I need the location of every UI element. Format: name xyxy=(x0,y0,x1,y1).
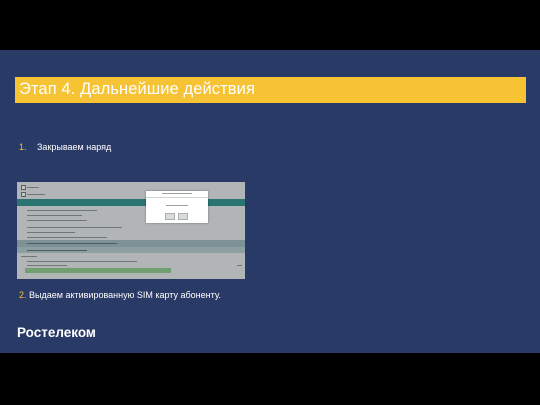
title-bar: Этап 4. Дальнейшие действия xyxy=(15,77,526,103)
modal-overlay xyxy=(17,182,245,279)
ok-button[interactable] xyxy=(165,213,175,220)
slide-title: Этап 4. Дальнейшие действия xyxy=(19,80,256,98)
text-line xyxy=(166,205,188,206)
brand-logo-text: Ростелеком xyxy=(17,325,96,340)
slide: Этап 4. Дальнейшие действия 1. Закрываем … xyxy=(0,50,540,353)
screenshot-thumbnail xyxy=(17,182,245,279)
step-number: 2. xyxy=(19,290,27,300)
confirm-dialog xyxy=(146,191,208,223)
step-text: Выдаем активированную SIM карту абоненту… xyxy=(29,290,221,300)
step-text: Закрываем наряд xyxy=(37,142,112,152)
cancel-button[interactable] xyxy=(178,213,188,220)
step-item-1: 1. Закрываем наряд xyxy=(19,142,111,152)
step-number: 1. xyxy=(19,142,27,152)
text-line xyxy=(162,193,192,194)
step-item-2: 2. Выдаем активированную SIM карту абоне… xyxy=(19,290,221,300)
